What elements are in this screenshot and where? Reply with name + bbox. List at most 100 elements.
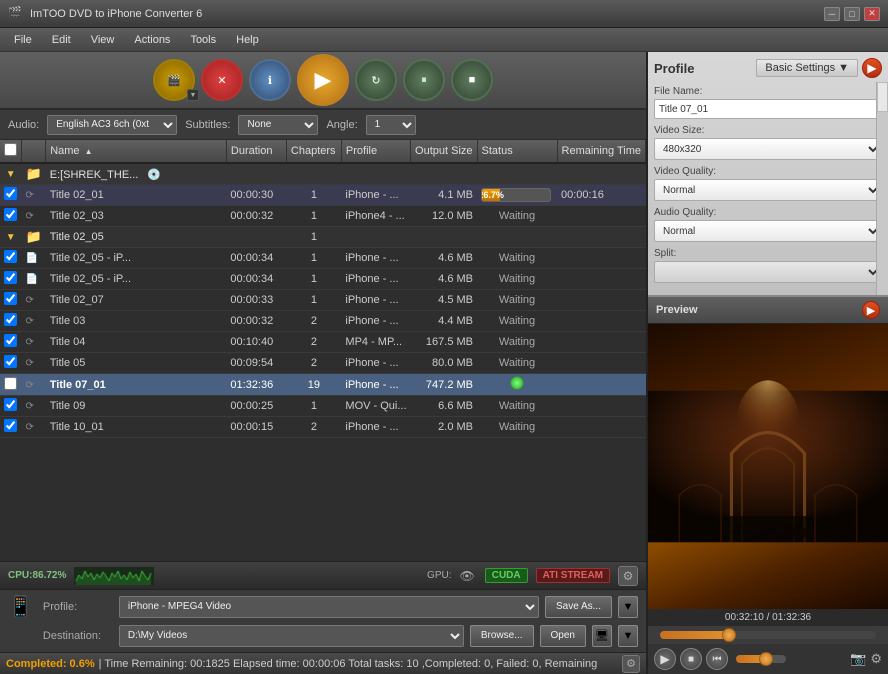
table-row[interactable]: ⟳ Title 02_01 00:00:30 1 iPhone - ... 4.… xyxy=(0,185,646,206)
destination-label: Destination: xyxy=(43,630,113,642)
play-button[interactable]: ▶ xyxy=(654,648,676,670)
cpu-label: CPU:86.72% xyxy=(8,570,66,581)
col-header-outsize[interactable]: Output Size xyxy=(411,140,477,163)
info-button[interactable]: ℹ xyxy=(249,59,291,101)
add-icon: 🎬 xyxy=(167,74,181,87)
profile-dropdown-button[interactable]: ▼ xyxy=(618,596,638,618)
menu-edit[interactable]: Edit xyxy=(42,32,81,48)
row-check[interactable] xyxy=(4,398,17,411)
dvd-source-label: E:[SHREK_THE... xyxy=(50,169,139,181)
row-check[interactable] xyxy=(4,419,17,432)
row-check[interactable] xyxy=(4,208,17,221)
ati-badge[interactable]: ATI STREAM xyxy=(536,568,610,583)
angle-select[interactable]: 1 xyxy=(366,115,416,135)
media-bar: Audio: English AC3 6ch (0xt Subtitles: N… xyxy=(0,110,646,140)
col-header-name[interactable]: Name ▲ xyxy=(46,140,227,163)
table-row[interactable]: 📄 Title 02_05 - iP... 00:00:34 1 iPhone … xyxy=(0,269,646,290)
convert-button[interactable]: ▶ xyxy=(297,54,349,106)
row-check[interactable] xyxy=(4,334,17,347)
maximize-button[interactable]: □ xyxy=(844,7,860,21)
file-name-input[interactable] xyxy=(654,99,882,119)
scrollbar-thumb[interactable] xyxy=(877,82,888,112)
table-row[interactable]: ⟳ Title 03 00:00:32 2 iPhone - ... 4.4 M… xyxy=(0,311,646,332)
menu-actions[interactable]: Actions xyxy=(124,32,180,48)
video-size-label: Video Size: xyxy=(654,125,882,136)
close-button[interactable]: ✕ xyxy=(864,7,880,21)
video-size-select[interactable]: 480x320 xyxy=(654,138,882,160)
stop2-button[interactable]: ■ xyxy=(451,59,493,101)
menu-file[interactable]: File xyxy=(4,32,42,48)
app-icon: 🎬 xyxy=(8,6,24,22)
audio-select[interactable]: English AC3 6ch (0xt xyxy=(47,115,177,135)
screenshot-icon[interactable]: 📷 xyxy=(850,651,866,667)
profile-select[interactable]: iPhone - MPEG4 Video xyxy=(119,596,539,618)
prev-button[interactable]: ⏮ xyxy=(706,648,728,670)
pause-button[interactable]: ⏸ xyxy=(403,59,445,101)
iphone-icon: 📱 xyxy=(8,594,33,619)
row-check[interactable] xyxy=(4,292,17,305)
seek-thumb[interactable] xyxy=(722,628,736,642)
stop-icon: ✕ xyxy=(217,74,226,87)
table-row[interactable]: 📄 Title 02_05 - iP... 00:00:34 1 iPhone … xyxy=(0,248,646,269)
table-row[interactable]: ⟳ Title 02_07 00:00:33 1 iPhone - ... 4.… xyxy=(0,290,646,311)
row-check[interactable] xyxy=(4,187,17,200)
table-row[interactable]: ⟳ Title 07_01 01:32:36 19 iPhone - ... 7… xyxy=(0,374,646,396)
gpu-settings-button[interactable]: ⚙ xyxy=(618,566,638,586)
stop-button[interactable]: ✕ xyxy=(201,59,243,101)
row-check[interactable] xyxy=(4,355,17,368)
collapse-icon[interactable]: ▼ xyxy=(6,232,16,243)
row-check[interactable] xyxy=(4,377,17,390)
add-dropdown[interactable]: ▼ xyxy=(187,89,199,101)
menu-tools[interactable]: Tools xyxy=(180,32,226,48)
refresh-button[interactable]: ↻ xyxy=(355,59,397,101)
table-row[interactable]: ⟳ Title 09 00:00:25 1 MOV - Qui... 6.6 M… xyxy=(0,396,646,417)
settings-scrollbar[interactable] xyxy=(876,82,888,295)
basic-settings-button[interactable]: Basic Settings ▼ xyxy=(756,59,858,77)
stop-button[interactable]: ■ xyxy=(680,648,702,670)
minimize-button[interactable]: ─ xyxy=(824,7,840,21)
row-name: Title 02_01 xyxy=(50,189,104,201)
menu-view[interactable]: View xyxy=(81,32,125,48)
collapse-icon[interactable]: ▼ xyxy=(6,169,16,180)
table-row[interactable]: ⟳ Title 05 00:09:54 2 iPhone - ... 80.0 … xyxy=(0,353,646,374)
row-check[interactable] xyxy=(4,250,17,263)
row-check[interactable] xyxy=(4,313,17,326)
settings-icon[interactable]: ⚙ xyxy=(870,651,882,667)
destination-icon-button[interactable]: 🖥 xyxy=(592,625,612,647)
col-header-duration[interactable]: Duration xyxy=(226,140,286,163)
seek-bar[interactable] xyxy=(660,631,876,639)
volume-thumb[interactable] xyxy=(759,652,773,666)
split-select[interactable] xyxy=(654,261,882,283)
col-header-chapters[interactable]: Chapters xyxy=(286,140,341,163)
volume-slider[interactable] xyxy=(736,655,786,663)
table-row: ▼ 📁 Title 02_05 1 xyxy=(0,227,646,248)
video-size-field: Video Size: 480x320 xyxy=(654,125,882,160)
preview-nav-button[interactable]: ▶ xyxy=(862,301,880,319)
select-all-checkbox[interactable] xyxy=(4,143,17,156)
open-button[interactable]: Open xyxy=(540,625,586,647)
status-spinner: ⟳ xyxy=(26,295,34,306)
browse-button[interactable]: Browse... xyxy=(470,625,534,647)
status-settings-button[interactable]: ⚙ xyxy=(622,655,640,673)
destination-dropdown-button[interactable]: ▼ xyxy=(618,625,638,647)
subtitle-select[interactable]: None xyxy=(238,115,318,135)
audio-quality-label: Audio Quality: xyxy=(654,207,882,218)
file-icon: 📄 xyxy=(26,274,38,285)
col-header-status[interactable]: Status xyxy=(477,140,557,163)
save-as-button[interactable]: Save As... xyxy=(545,596,612,618)
seek-container xyxy=(648,626,888,644)
destination-select[interactable]: D:\My Videos xyxy=(119,625,464,647)
cuda-badge[interactable]: CUDA xyxy=(485,568,528,583)
menu-bar: File Edit View Actions Tools Help xyxy=(0,28,888,52)
col-header-remaining[interactable]: Remaining Time xyxy=(557,140,645,163)
audio-quality-select[interactable]: Normal xyxy=(654,220,882,242)
table-row[interactable]: ⟳ Title 02_03 00:00:32 1 iPhone4 - ... 1… xyxy=(0,206,646,227)
video-quality-select[interactable]: Normal xyxy=(654,179,882,201)
cpu-bar: CPU:86.72% GPU: 👁 CUDA ATI STREAM ⚙ xyxy=(0,561,646,589)
col-header-profile[interactable]: Profile xyxy=(341,140,410,163)
table-row[interactable]: ⟳ Title 10_01 00:00:15 2 iPhone - ... 2.… xyxy=(0,417,646,438)
settings-nav-button[interactable]: ▶ xyxy=(862,58,882,78)
menu-help[interactable]: Help xyxy=(226,32,269,48)
row-check[interactable] xyxy=(4,271,17,284)
table-row[interactable]: ⟳ Title 04 00:10:40 2 MP4 - MP... 167.5 … xyxy=(0,332,646,353)
